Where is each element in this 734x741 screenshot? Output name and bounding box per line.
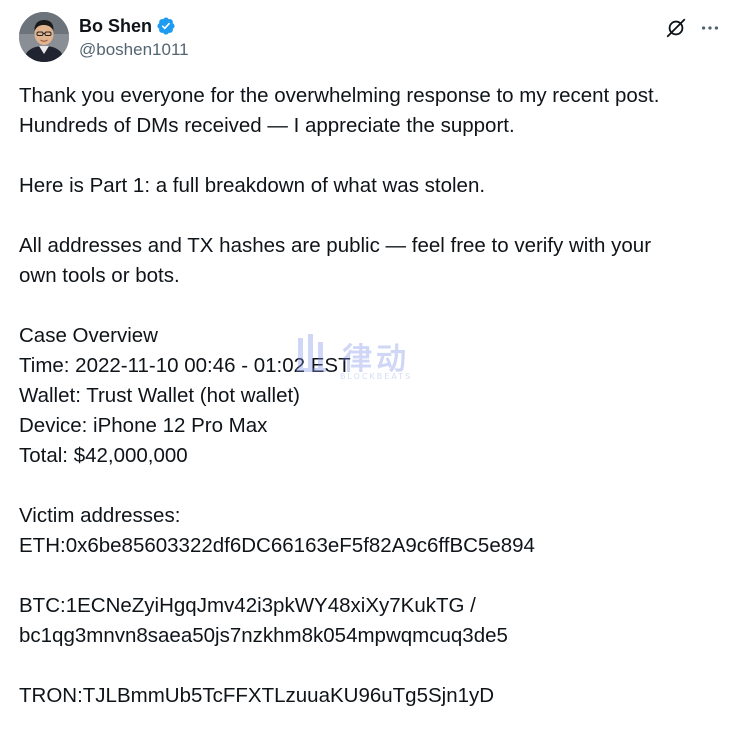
case-overview-heading: Case Overview [19,324,158,347]
avatar-photo [19,12,69,62]
verified-badge-icon [156,16,176,36]
tweet-paragraph: All addresses and TX hashes are public —… [19,231,719,291]
btc-address: bc1qg3mnvn8saea50js7nzkhm8k054mpwqmcuq3d… [19,624,508,647]
eth-address: ETH:0x6be85603322df6DC66163eF5f82A9c6ffB… [19,534,535,557]
author-handle[interactable]: @boshen1011 [79,39,189,61]
tweet-paragraph: Here is Part 1: a full breakdown of what… [19,171,719,201]
victim-addresses: Victim addresses: ETH:0x6be85603322df6DC… [19,501,719,561]
case-total: Total: $42,000,000 [19,444,188,467]
tron-address: TRON:TJLBmmUb5TcFFXTLzuuaKU96uTg5Sjn1yD [19,684,495,707]
tweet-line: own tools or bots. [19,264,180,287]
tweet-line: Hundreds of DMs received — I appreciate … [19,114,515,137]
tweet-line: Thank you everyone for the overwhelming … [19,84,660,107]
case-time: Time: 2022-11-10 00:46 - 01:02 EST [19,354,351,377]
tron-addresses: TRON:TJLBmmUb5TcFFXTLzuuaKU96uTg5Sjn1yD [19,681,719,711]
btc-addresses: BTC:1ECNeZyiHgqJmv42i3pkWY48xiXy7KukTG /… [19,591,719,651]
avatar[interactable] [19,12,69,62]
btc-address: BTC:1ECNeZyiHgqJmv42i3pkWY48xiXy7KukTG / [19,594,476,617]
more-icon[interactable] [698,16,722,40]
grok-icon[interactable] [664,16,688,40]
case-overview: Case Overview Time: 2022-11-10 00:46 - 0… [19,321,719,471]
tweet-line: Here is Part 1: a full breakdown of what… [19,174,486,197]
tweet-header: Bo Shen @boshen1011 [19,12,722,64]
tweet-text: Thank you everyone for the overwhelming … [19,81,719,741]
display-name[interactable]: Bo Shen [79,15,152,37]
case-device: Device: iPhone 12 Pro Max [19,414,268,437]
case-wallet: Wallet: Trust Wallet (hot wallet) [19,384,300,407]
tweet-line: All addresses and TX hashes are public —… [19,234,652,257]
victim-addresses-heading: Victim addresses: [19,504,181,527]
tweet-paragraph: Thank you everyone for the overwhelming … [19,81,719,141]
name-row: Bo Shen [79,15,176,37]
header-actions [664,16,722,40]
